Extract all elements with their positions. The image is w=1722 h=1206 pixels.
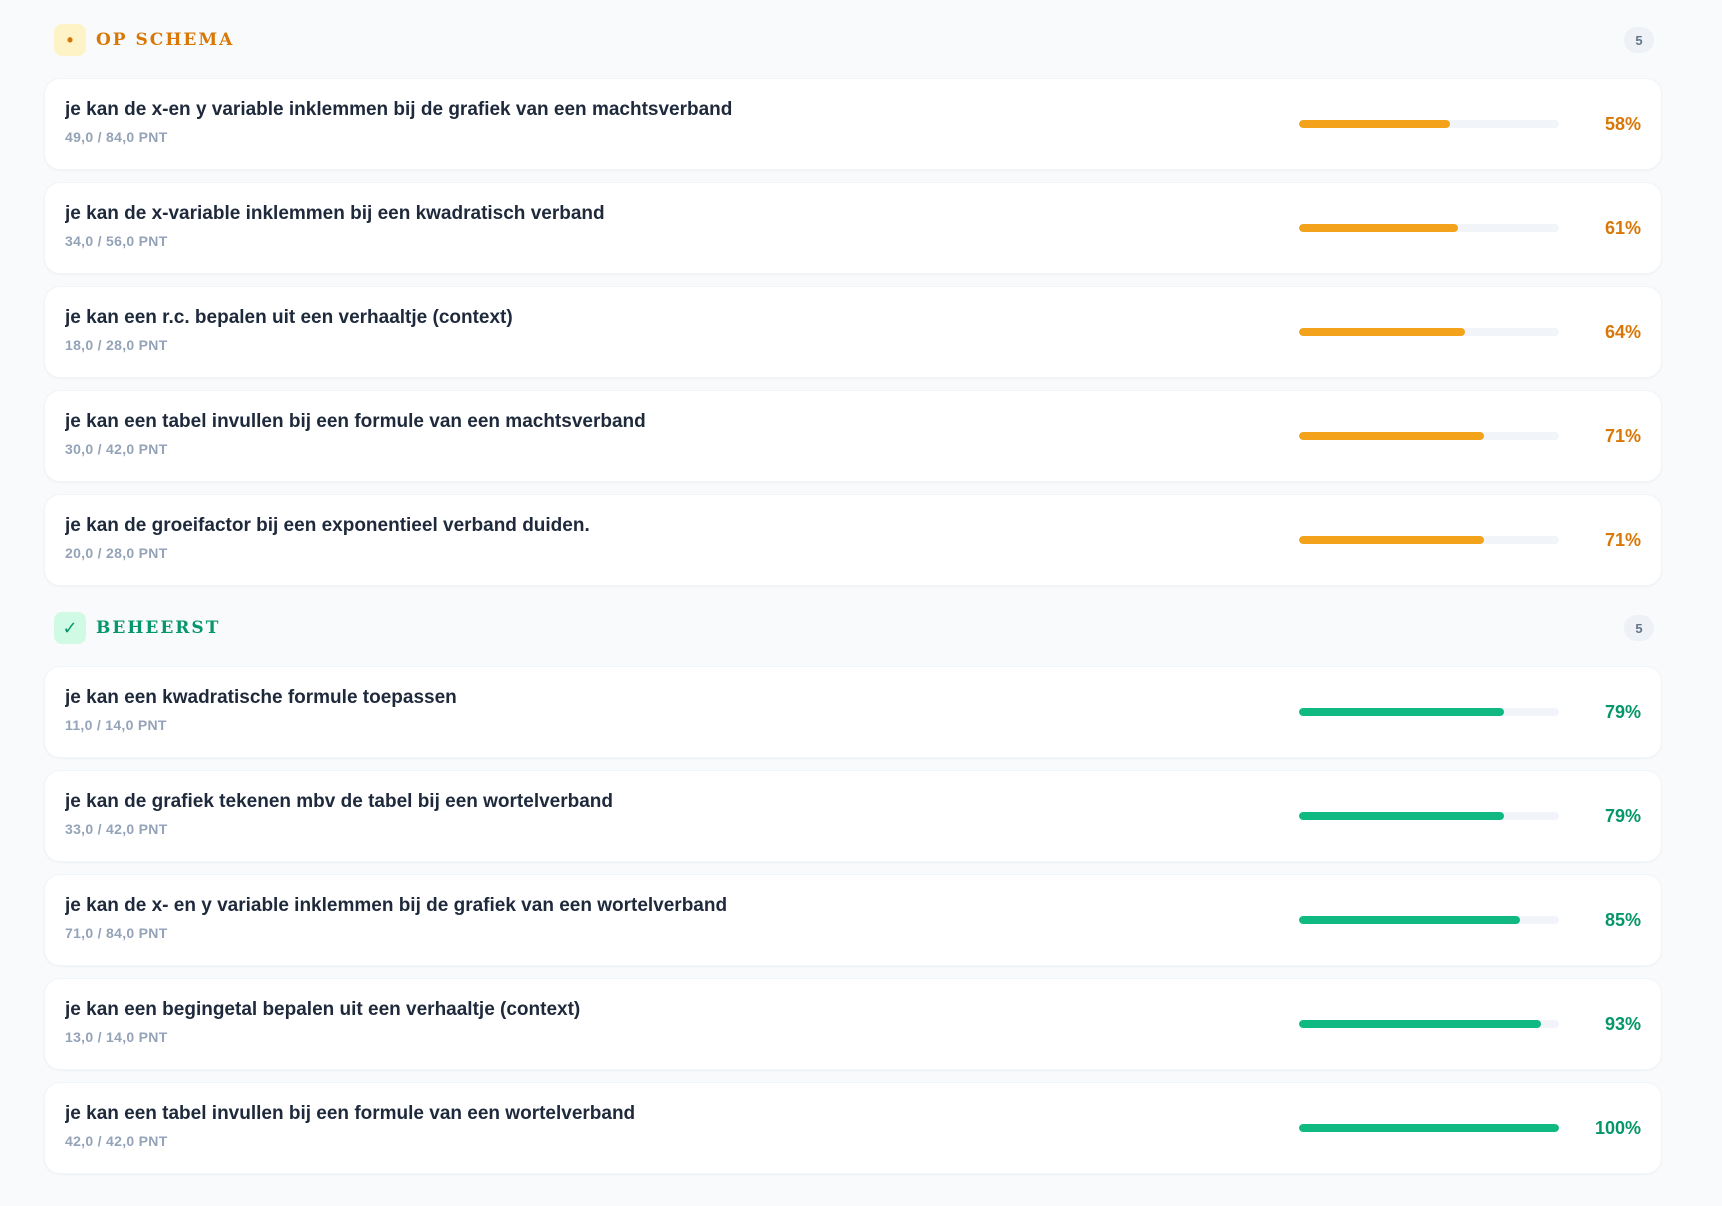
goal-percent: 58% xyxy=(1604,113,1641,134)
goal-card[interactable]: je kan de x- en y variable inklemmen bij… xyxy=(44,874,1662,966)
goal-text: je kan de groeifactor bij een exponentie… xyxy=(65,515,1275,561)
goal-points: 42,0 / 42,0 PNT xyxy=(65,1133,168,1149)
goal-text: je kan de grafiek tekenen mbv de tabel b… xyxy=(65,791,1275,837)
goal-card[interactable]: je kan een kwadratische formule toepasse… xyxy=(44,666,1662,758)
goal-percent: 79% xyxy=(1604,805,1641,826)
progress-bar xyxy=(1299,708,1559,716)
goal-card[interactable]: je kan een r.c. bepalen uit een verhaalt… xyxy=(44,286,1662,378)
goal-card[interactable]: je kan een tabel invullen bij een formul… xyxy=(44,390,1662,482)
goal-points: 49,0 / 84,0 PNT xyxy=(65,129,168,145)
goal-title: je kan een tabel invullen bij een formul… xyxy=(65,411,646,432)
goal-points: 33,0 / 42,0 PNT xyxy=(65,821,168,837)
goal-percent: 64% xyxy=(1604,321,1641,342)
goal-points: 34,0 / 56,0 PNT xyxy=(65,233,168,249)
progress-bar-fill xyxy=(1299,708,1505,716)
progress-bar xyxy=(1299,1124,1559,1132)
goal-points: 18,0 / 28,0 PNT xyxy=(65,337,168,353)
goal-points: 20,0 / 28,0 PNT xyxy=(65,545,168,561)
section-title: BEHEERST xyxy=(96,618,221,638)
goal-text: je kan een tabel invullen bij een formul… xyxy=(65,1103,1275,1149)
progress-bar-fill xyxy=(1299,812,1505,820)
goal-title: je kan een kwadratische formule toepasse… xyxy=(65,687,457,708)
goal-percent: 71% xyxy=(1604,529,1641,550)
progress-overview: • OP SCHEMA 5 je kan de x-en y variable ink… xyxy=(0,0,1722,1206)
section-header-op-schema: • OP SCHEMA 5 xyxy=(44,20,1662,60)
progress-bar xyxy=(1299,224,1559,232)
dot-icon: • xyxy=(54,24,86,56)
goal-title: je kan een tabel invullen bij een formul… xyxy=(65,1103,636,1124)
progress-bar xyxy=(1299,120,1559,128)
progress-bar-fill xyxy=(1299,328,1466,336)
progress-bar-fill xyxy=(1299,1020,1541,1028)
goal-title: je kan een begingetal bepalen uit een ve… xyxy=(65,999,581,1020)
goal-text: je kan een r.c. bepalen uit een verhaalt… xyxy=(65,307,1275,353)
goal-title: je kan de x- en y variable inklemmen bij… xyxy=(65,895,728,916)
checkmark-icon: ✓ xyxy=(54,612,86,644)
goal-card[interactable]: je kan de x-variable inklemmen bij een k… xyxy=(44,182,1662,274)
goal-percent: 85% xyxy=(1604,909,1641,930)
goal-percent: 71% xyxy=(1604,425,1641,446)
goal-title: je kan de x-en y variable inklemmen bij … xyxy=(65,99,733,120)
progress-bar xyxy=(1299,1020,1559,1028)
progress-bar-fill xyxy=(1299,916,1520,924)
progress-bar xyxy=(1299,812,1559,820)
progress-bar xyxy=(1299,916,1559,924)
progress-bar xyxy=(1299,328,1559,336)
section-count-badge: 5 xyxy=(1624,27,1654,53)
goal-title: je kan de groeifactor bij een exponentie… xyxy=(65,515,590,536)
goal-title: je kan de x-variable inklemmen bij een k… xyxy=(65,203,605,224)
goal-percent: 93% xyxy=(1604,1013,1641,1034)
goal-text: je kan een kwadratische formule toepasse… xyxy=(65,687,1275,733)
goal-card[interactable]: je kan een begingetal bepalen uit een ve… xyxy=(44,978,1662,1070)
goal-points: 71,0 / 84,0 PNT xyxy=(65,925,168,941)
goal-card[interactable]: je kan de grafiek tekenen mbv de tabel b… xyxy=(44,770,1662,862)
progress-bar-fill xyxy=(1299,432,1484,440)
section-header-beheerst: ✓ BEHEERST 5 xyxy=(44,608,1662,648)
goal-text: je kan de x-variable inklemmen bij een k… xyxy=(65,203,1275,249)
progress-bar xyxy=(1299,536,1559,544)
goal-text: je kan een begingetal bepalen uit een ve… xyxy=(65,999,1275,1045)
goal-percent: 61% xyxy=(1604,217,1641,238)
goal-text: je kan de x-en y variable inklemmen bij … xyxy=(65,99,1275,145)
goal-points: 11,0 / 14,0 PNT xyxy=(65,717,167,733)
goal-card[interactable]: je kan een tabel invullen bij een formul… xyxy=(44,1082,1662,1174)
progress-bar-fill xyxy=(1299,536,1484,544)
section-count-badge: 5 xyxy=(1624,615,1654,641)
goal-text: je kan een tabel invullen bij een formul… xyxy=(65,411,1275,457)
progress-bar-fill xyxy=(1299,1124,1559,1132)
progress-bar xyxy=(1299,432,1559,440)
section-title: OP SCHEMA xyxy=(96,30,235,50)
goal-title: je kan een r.c. bepalen uit een verhaalt… xyxy=(65,307,513,328)
goal-title: je kan de grafiek tekenen mbv de tabel b… xyxy=(65,791,614,812)
progress-bar-fill xyxy=(1299,120,1450,128)
goal-card[interactable]: je kan de groeifactor bij een exponentie… xyxy=(44,494,1662,586)
goal-points: 13,0 / 14,0 PNT xyxy=(65,1029,168,1045)
progress-bar-fill xyxy=(1299,224,1458,232)
goal-percent: 79% xyxy=(1604,701,1641,722)
goal-card[interactable]: je kan de x-en y variable inklemmen bij … xyxy=(44,78,1662,170)
goal-points: 30,0 / 42,0 PNT xyxy=(65,441,168,457)
goal-text: je kan de x- en y variable inklemmen bij… xyxy=(65,895,1275,941)
goal-percent: 100% xyxy=(1594,1117,1641,1138)
